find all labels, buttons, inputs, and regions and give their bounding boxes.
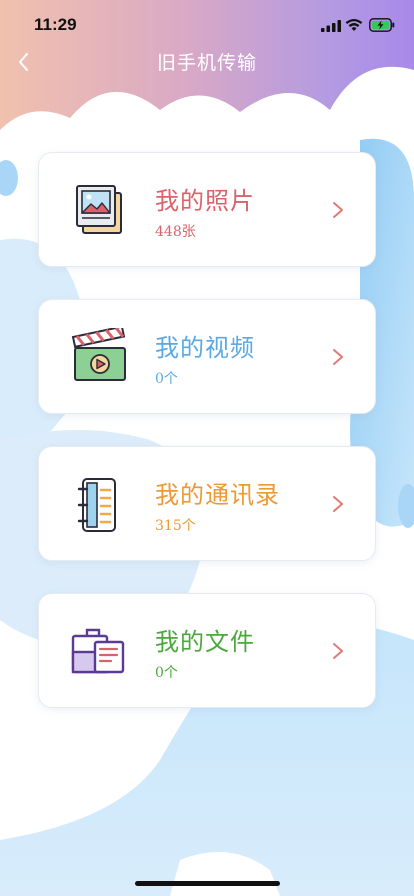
- page-title: 旧手机传输: [156, 52, 257, 74]
- status-time: 11:29: [34, 15, 77, 34]
- files-count: 0个: [155, 665, 178, 681]
- chevron-right-icon: [333, 643, 343, 659]
- nav-bar: 旧手机传输: [0, 44, 414, 78]
- cellular-signal-icon: [321, 20, 341, 32]
- contacts-title: 我的通讯录: [155, 481, 280, 509]
- photos-count: 448张: [155, 224, 196, 240]
- videos-count: 0个: [155, 371, 178, 387]
- battery-charging-icon: [369, 18, 395, 32]
- chevron-right-icon: [333, 349, 343, 365]
- contacts-count: 315个: [155, 518, 196, 534]
- files-card[interactable]: 我的文件 0个: [38, 593, 376, 708]
- home-indicator[interactable]: [135, 881, 280, 886]
- status-bar: 11:29: [0, 0, 414, 48]
- chevron-right-icon: [333, 496, 343, 512]
- photos-card[interactable]: 我的照片 448张: [38, 152, 376, 267]
- videos-card[interactable]: 我的视频 0个: [38, 299, 376, 414]
- contacts-card[interactable]: 我的通讯录 315个: [38, 446, 376, 561]
- files-title: 我的文件: [155, 628, 255, 656]
- videos-title: 我的视频: [155, 334, 255, 362]
- chevron-right-icon: [333, 202, 343, 218]
- category-list: 我的照片 448张 我的视频 0个 我的通讯录 315个 我的文件 0个: [38, 152, 376, 740]
- clapperboard-icon: [71, 328, 126, 381]
- photos-title: 我的照片: [155, 187, 255, 215]
- address-book-icon: [77, 478, 116, 532]
- wifi-icon: [345, 18, 363, 31]
- briefcase-icon: [71, 628, 125, 674]
- photo-stack-icon: [76, 185, 122, 234]
